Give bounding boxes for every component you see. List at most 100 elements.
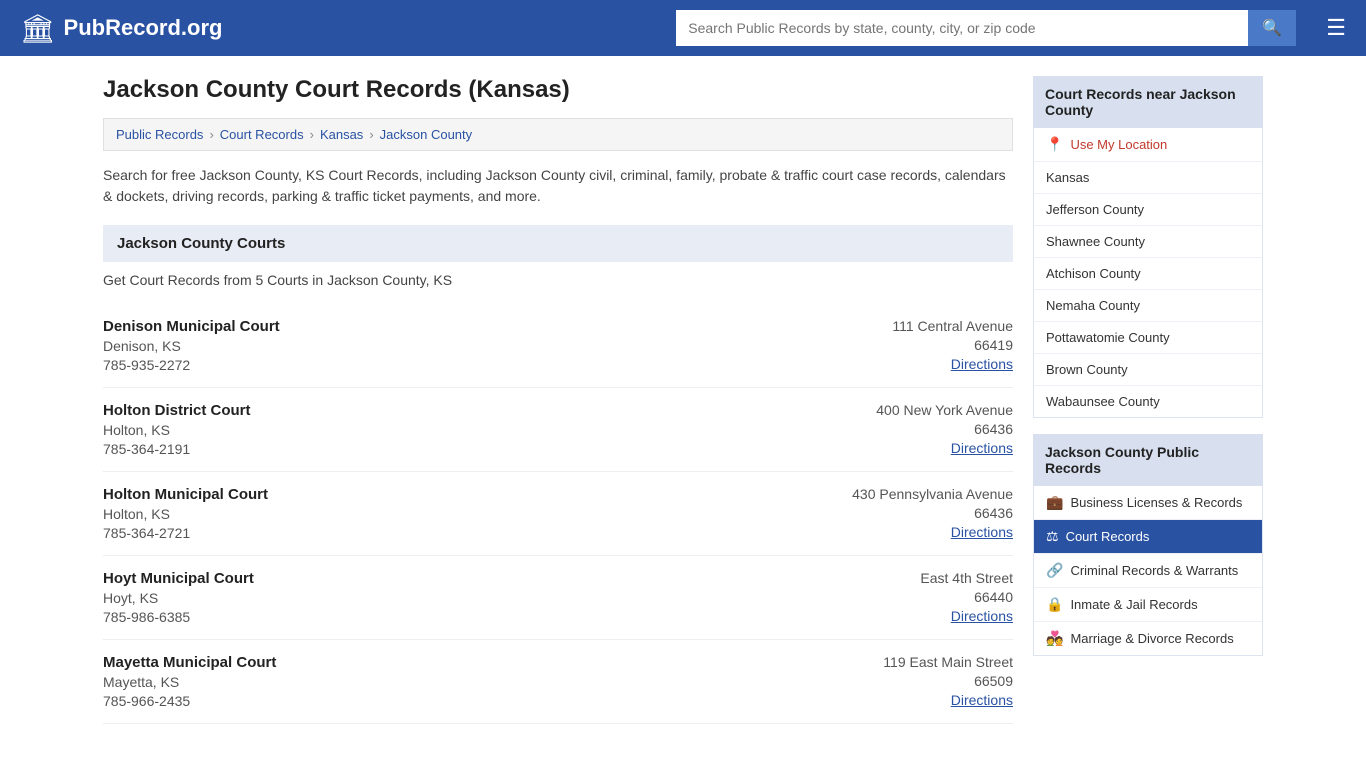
content-area: Jackson County Court Records (Kansas) Pu… (103, 76, 1013, 724)
breadcrumb-sep-3: › (369, 127, 373, 142)
court-city: Holton, KS (103, 506, 268, 522)
court-city: Hoyt, KS (103, 590, 254, 606)
court-right: 430 Pennsylvania Avenue 66436 Directions (852, 486, 1013, 541)
nearby-link[interactable]: Atchison County (1046, 266, 1141, 281)
search-icon: 🔍 (1262, 20, 1282, 37)
nearby-list-item[interactable]: Pottawatomie County (1034, 322, 1262, 354)
court-zip: 66436 (852, 505, 1013, 521)
court-entry: Mayetta Municipal Court Mayetta, KS 785-… (103, 640, 1013, 724)
court-zip: 66436 (853, 421, 1013, 437)
breadcrumb-jackson-county[interactable]: Jackson County (380, 127, 473, 142)
pr-link[interactable]: Marriage & Divorce Records (1070, 631, 1233, 646)
court-right: 119 East Main Street 66509 Directions (853, 654, 1013, 709)
directions-link[interactable]: Directions (951, 524, 1013, 540)
court-left: Holton District Court Holton, KS 785-364… (103, 402, 251, 457)
court-city: Mayetta, KS (103, 674, 276, 690)
court-zip: 66440 (853, 589, 1013, 605)
nearby-list-item[interactable]: Brown County (1034, 354, 1262, 386)
court-name: Holton District Court (103, 402, 251, 419)
nearby-link[interactable]: Brown County (1046, 362, 1128, 377)
pr-icon: 💼 (1046, 494, 1063, 511)
court-address: East 4th Street (853, 570, 1013, 586)
main-container: Jackson County Court Records (Kansas) Pu… (83, 56, 1283, 744)
nearby-list-item[interactable]: 📍 Use My Location (1034, 128, 1262, 162)
court-right: East 4th Street 66440 Directions (853, 570, 1013, 625)
nearby-link[interactable]: Nemaha County (1046, 298, 1140, 313)
court-zip: 66419 (853, 337, 1013, 353)
logo-text: PubRecord.org (64, 15, 223, 41)
nearby-link[interactable]: Jefferson County (1046, 202, 1144, 217)
logo[interactable]: 🏛 PubRecord.org (20, 12, 222, 45)
directions-link[interactable]: Directions (951, 356, 1013, 372)
courts-section-header: Jackson County Courts (103, 225, 1013, 262)
search-area: 🔍 (676, 10, 1296, 46)
pr-icon: ⚖ (1046, 528, 1059, 545)
public-records-list-item[interactable]: 🔗 Criminal Records & Warrants (1034, 554, 1262, 588)
directions-link[interactable]: Directions (951, 608, 1013, 624)
nearby-list: 📍 Use My Location Kansas Jefferson County Sh… (1033, 128, 1263, 418)
hamburger-icon: ☰ (1326, 15, 1346, 40)
nearby-list-item[interactable]: Kansas (1034, 162, 1262, 194)
court-entry: Holton Municipal Court Holton, KS 785-36… (103, 472, 1013, 556)
pr-icon: 🔒 (1046, 596, 1063, 613)
nearby-list-item[interactable]: Wabaunsee County (1034, 386, 1262, 417)
breadcrumb-kansas[interactable]: Kansas (320, 127, 363, 142)
nearby-header: Court Records near Jackson County (1033, 76, 1263, 128)
sidebar: Court Records near Jackson County 📍 Use M… (1033, 76, 1263, 724)
search-input[interactable] (676, 10, 1248, 46)
public-records-list-item[interactable]: 💑 Marriage & Divorce Records (1034, 622, 1262, 655)
court-right: 400 New York Avenue 66436 Directions (853, 402, 1013, 457)
courts-count: Get Court Records from 5 Courts in Jacks… (103, 272, 1013, 288)
location-icon: 📍 (1046, 136, 1063, 153)
breadcrumb-sep-1: › (209, 127, 213, 142)
court-left: Hoyt Municipal Court Hoyt, KS 785-986-63… (103, 570, 254, 625)
header: 🏛 PubRecord.org 🔍 ☰ (0, 0, 1366, 56)
public-records-list-item[interactable]: ⚖ Court Records (1034, 520, 1262, 554)
page-title: Jackson County Court Records (Kansas) (103, 76, 1013, 104)
court-city: Denison, KS (103, 338, 280, 354)
nearby-link[interactable]: Pottawatomie County (1046, 330, 1170, 345)
pr-icon: 💑 (1046, 630, 1063, 647)
nearby-link[interactable]: Kansas (1046, 170, 1089, 185)
court-address: 111 Central Avenue (853, 318, 1013, 334)
breadcrumb: Public Records › Court Records › Kansas … (103, 118, 1013, 151)
nearby-list-item[interactable]: Nemaha County (1034, 290, 1262, 322)
court-city: Holton, KS (103, 422, 251, 438)
page-description: Search for free Jackson County, KS Court… (103, 165, 1013, 207)
menu-button[interactable]: ☰ (1326, 15, 1346, 41)
court-entry: Denison Municipal Court Denison, KS 785-… (103, 304, 1013, 388)
pr-link[interactable]: Criminal Records & Warrants (1070, 563, 1238, 578)
court-name: Holton Municipal Court (103, 486, 268, 503)
nearby-link[interactable]: Shawnee County (1046, 234, 1145, 249)
court-left: Holton Municipal Court Holton, KS 785-36… (103, 486, 268, 541)
court-name: Hoyt Municipal Court (103, 570, 254, 587)
court-address: 430 Pennsylvania Avenue (852, 486, 1013, 502)
court-entry: Holton District Court Holton, KS 785-364… (103, 388, 1013, 472)
court-left: Mayetta Municipal Court Mayetta, KS 785-… (103, 654, 276, 709)
breadcrumb-public-records[interactable]: Public Records (116, 127, 203, 142)
pr-link[interactable]: Business Licenses & Records (1070, 495, 1242, 510)
public-records-list-item[interactable]: 🔒 Inmate & Jail Records (1034, 588, 1262, 622)
court-name: Denison Municipal Court (103, 318, 280, 335)
court-address: 119 East Main Street (853, 654, 1013, 670)
court-entry: Hoyt Municipal Court Hoyt, KS 785-986-63… (103, 556, 1013, 640)
breadcrumb-court-records[interactable]: Court Records (220, 127, 304, 142)
court-phone: 785-364-2191 (103, 441, 251, 457)
directions-link[interactable]: Directions (951, 440, 1013, 456)
court-right: 111 Central Avenue 66419 Directions (853, 318, 1013, 373)
court-phone: 785-966-2435 (103, 693, 276, 709)
nearby-list-item[interactable]: Jefferson County (1034, 194, 1262, 226)
directions-link[interactable]: Directions (951, 692, 1013, 708)
search-button[interactable]: 🔍 (1248, 10, 1296, 46)
public-records-list-item[interactable]: 💼 Business Licenses & Records (1034, 486, 1262, 520)
pr-label: Court Records (1066, 529, 1150, 544)
nearby-list-item[interactable]: Shawnee County (1034, 226, 1262, 258)
pr-link[interactable]: Inmate & Jail Records (1070, 597, 1197, 612)
pr-icon: 🔗 (1046, 562, 1063, 579)
breadcrumb-sep-2: › (310, 127, 314, 142)
court-phone: 785-986-6385 (103, 609, 254, 625)
use-location-label: Use My Location (1070, 137, 1167, 152)
court-phone: 785-935-2272 (103, 357, 280, 373)
nearby-link[interactable]: Wabaunsee County (1046, 394, 1160, 409)
nearby-list-item[interactable]: Atchison County (1034, 258, 1262, 290)
